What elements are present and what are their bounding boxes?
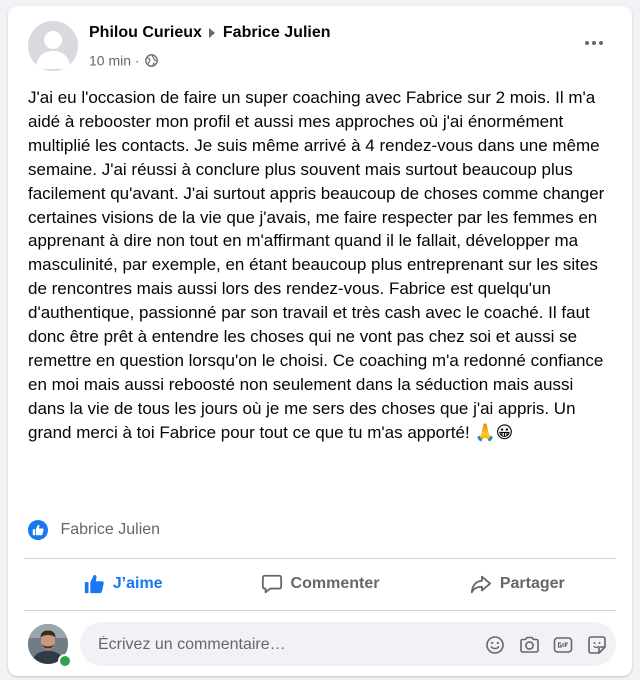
thumbs-up-icon xyxy=(84,574,104,594)
post-card: Philou Curieux Fabrice Julien 10 min · J'… xyxy=(8,6,632,676)
sticker-icon[interactable] xyxy=(586,634,608,656)
gif-icon[interactable] xyxy=(552,634,574,656)
recipient-name[interactable]: Fabrice Julien xyxy=(223,24,331,41)
like-label: J’aime xyxy=(112,575,163,592)
like-badge-icon xyxy=(28,520,48,540)
comment-button[interactable]: Commenter xyxy=(221,562,418,606)
comment-label: Commenter xyxy=(290,575,380,592)
comment-icon xyxy=(261,574,282,594)
post-text: J'ai eu l'occasion de faire un super coa… xyxy=(28,88,610,442)
author-name[interactable]: Philou Curieux xyxy=(89,24,202,41)
camera-icon[interactable] xyxy=(518,634,540,656)
post-actions: J’aime Commenter Partager xyxy=(24,562,616,606)
post-meta: 10 min · xyxy=(89,51,159,69)
comment-row xyxy=(28,622,616,668)
online-status-indicator xyxy=(58,654,72,668)
post-timestamp[interactable]: 10 min xyxy=(89,52,131,68)
post-body: J'ai eu l'occasion de faire un super coa… xyxy=(28,86,614,446)
reactions-summary[interactable]: Fabrice Julien xyxy=(28,520,160,544)
reaction-name: Fabrice Julien xyxy=(60,521,161,538)
comment-tools xyxy=(484,634,608,656)
comment-input[interactable] xyxy=(96,622,460,668)
post-author-line: Philou Curieux Fabrice Julien xyxy=(89,24,331,42)
like-button[interactable]: J’aime xyxy=(24,562,221,606)
emoji-icon[interactable] xyxy=(484,634,506,656)
globe-icon[interactable] xyxy=(145,53,159,67)
more-options-icon[interactable] xyxy=(576,29,612,57)
share-label: Partager xyxy=(499,575,565,592)
comment-box xyxy=(80,622,616,668)
author-avatar[interactable] xyxy=(28,21,78,71)
share-icon xyxy=(470,575,491,594)
meta-separator: · xyxy=(134,52,140,69)
arrow-right-icon xyxy=(208,28,215,38)
post-header: Philou Curieux Fabrice Julien 10 min · xyxy=(28,21,616,73)
share-button[interactable]: Partager xyxy=(419,562,616,606)
divider xyxy=(24,610,616,611)
default-avatar-icon xyxy=(28,21,78,71)
divider xyxy=(24,558,616,559)
post-emojis: 🙏😀 xyxy=(474,422,514,443)
